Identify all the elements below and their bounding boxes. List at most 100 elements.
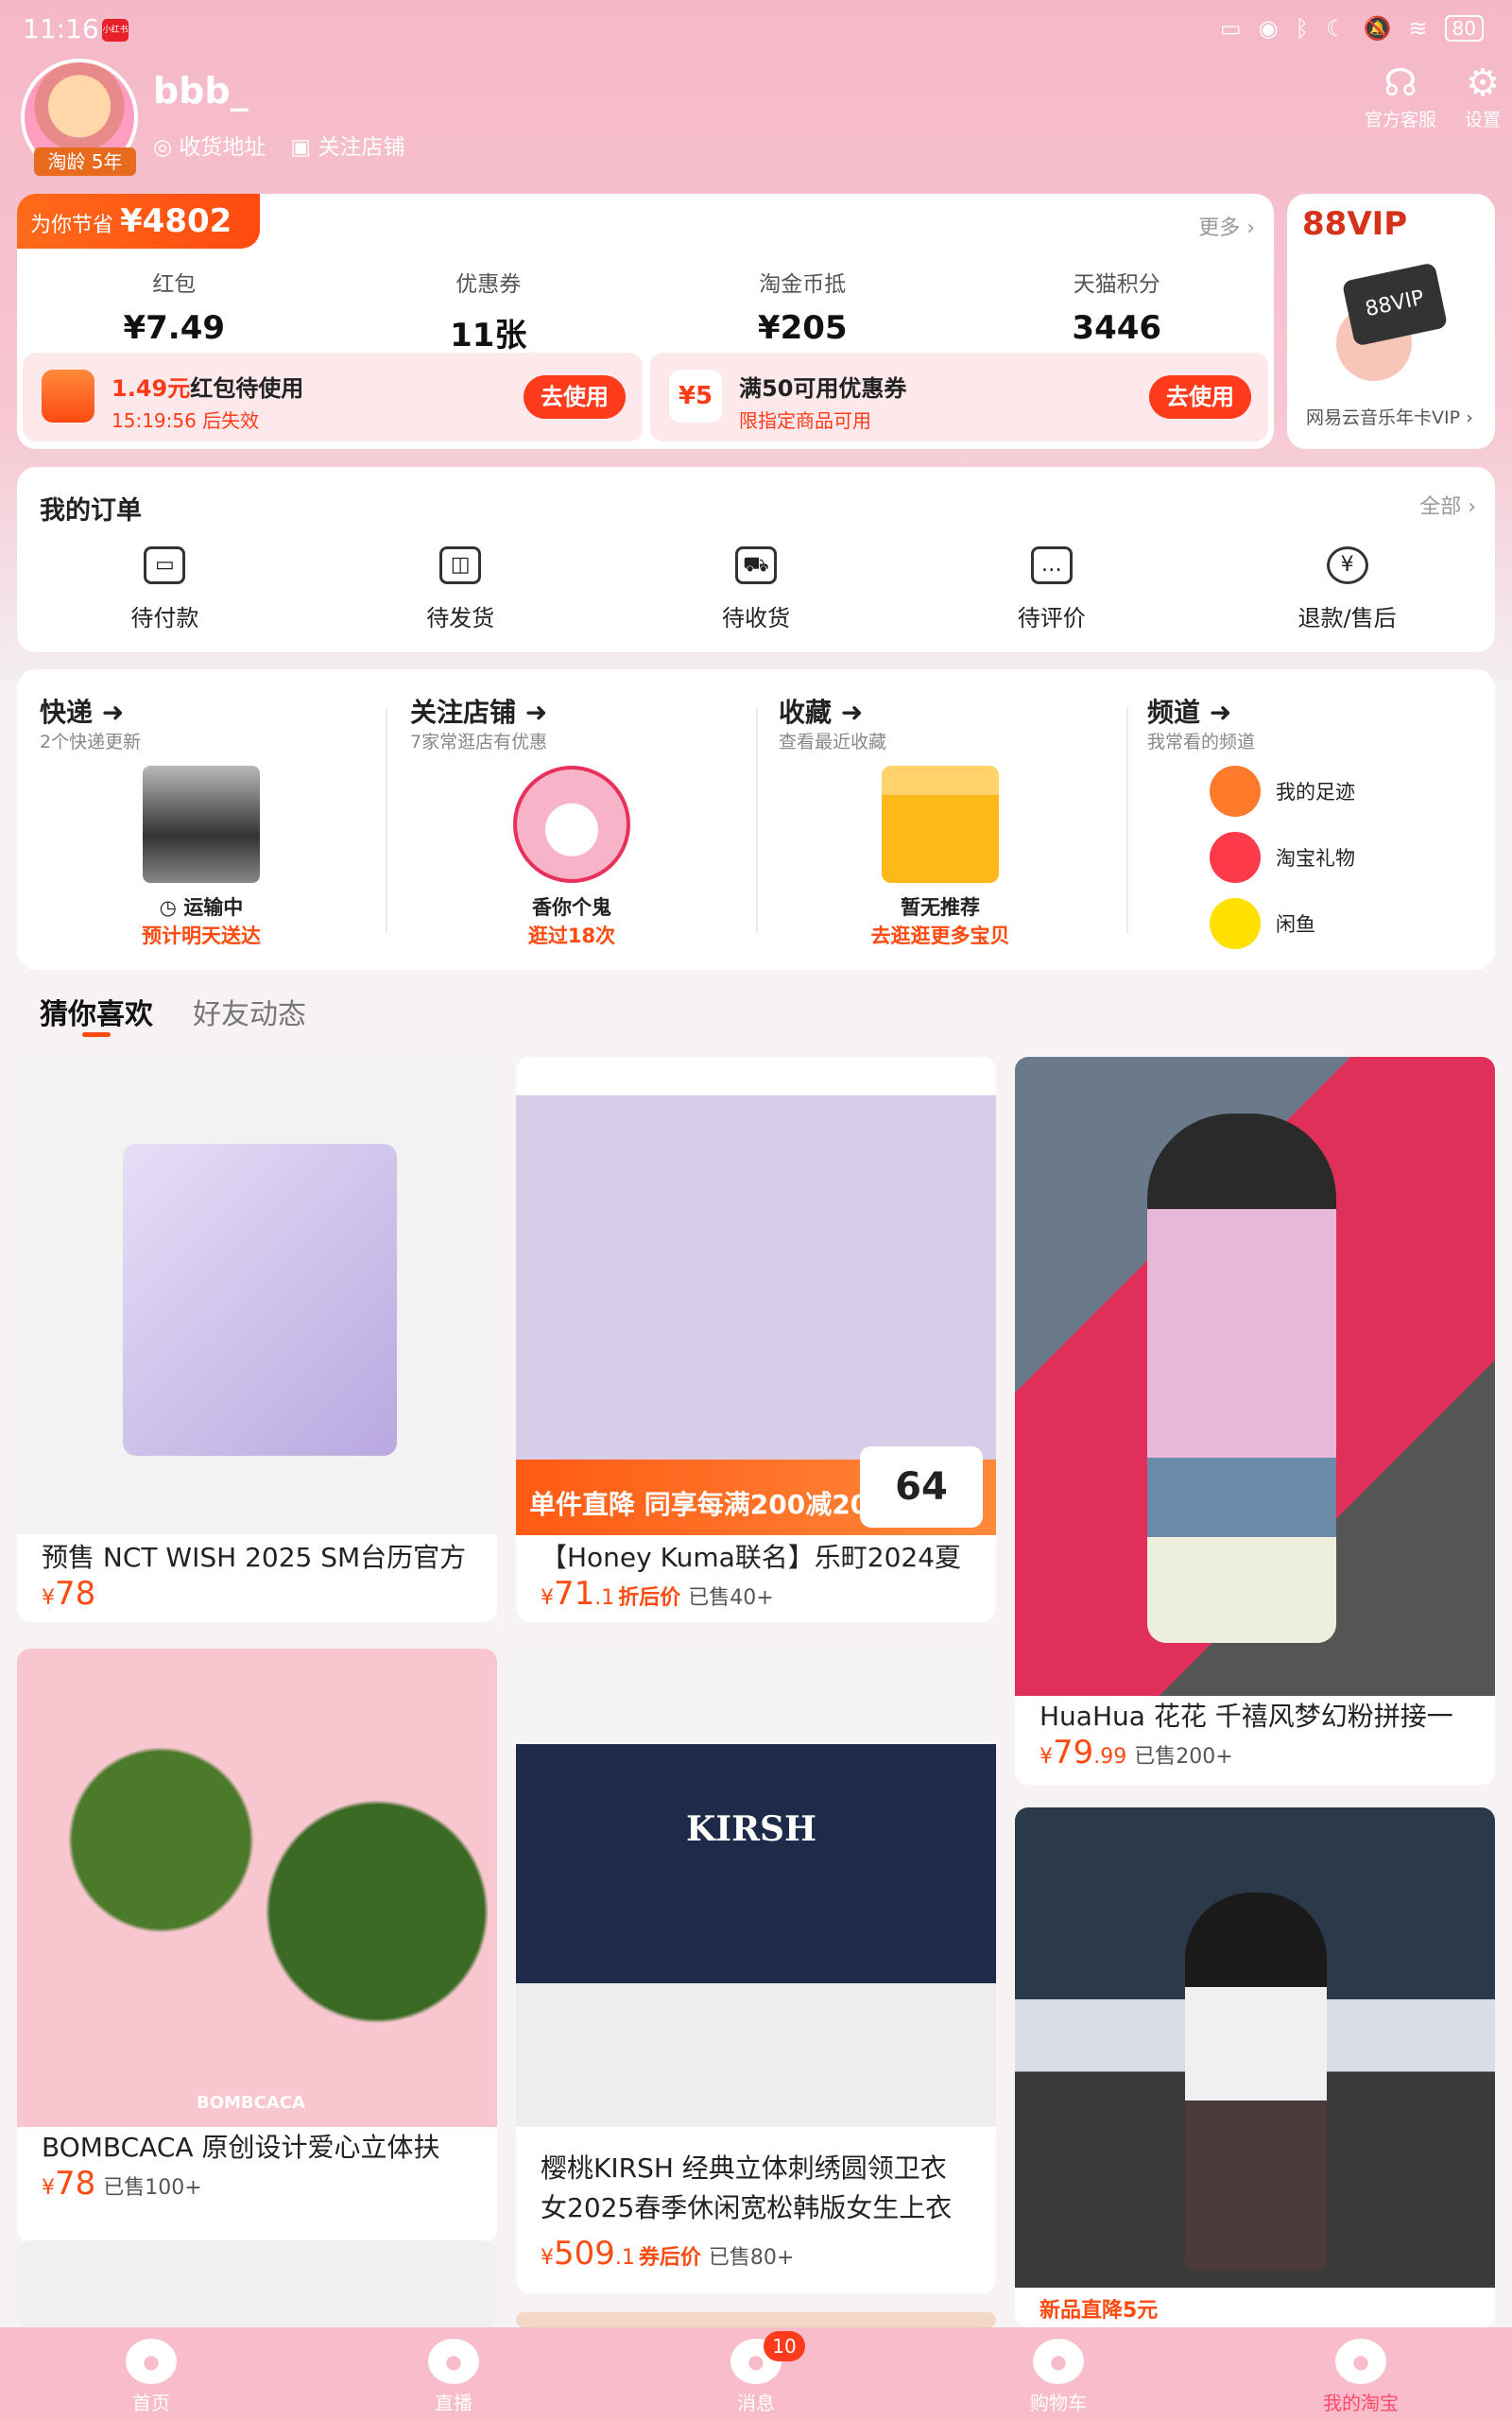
wifi-icon: ≋ bbox=[1408, 15, 1428, 42]
sold-count: 已售200+ bbox=[1134, 1745, 1233, 1769]
express-title-text: 快递 bbox=[40, 697, 94, 728]
vip-card[interactable]: 88VIP 88VIP 网易云音乐年卡VIP › bbox=[1287, 194, 1495, 449]
discount-coupon[interactable]: ¥5 满50可用优惠券 限指定商品可用 去使用 bbox=[650, 353, 1268, 441]
use-coupon-button[interactable]: 去使用 bbox=[1149, 375, 1251, 419]
nav-my-taobao[interactable]: ● 我的淘宝 bbox=[1210, 2327, 1512, 2420]
favorites-sub: 查看最近收藏 bbox=[779, 732, 887, 752]
customer-service-label: 官方客服 bbox=[1364, 110, 1436, 130]
nav-home[interactable]: ● 首页 bbox=[0, 2327, 302, 2420]
followed-shops-sub: 7家常逛店有优惠 bbox=[410, 732, 548, 752]
product-card-partial[interactable] bbox=[17, 2240, 497, 2327]
follow-shops-link[interactable]: ▣ 关注店铺 bbox=[290, 129, 404, 161]
express-sub: 2个快递更新 bbox=[40, 732, 142, 752]
red-packet-icon bbox=[42, 370, 94, 423]
channel-gifts[interactable]: 淘宝礼物 bbox=[1210, 832, 1355, 883]
product-card[interactable]: 单件直降 同享每满200减20 64 【Honey Kuma联名】乐町2024夏… bbox=[516, 1057, 996, 1622]
price-value: 79 bbox=[1053, 1734, 1094, 1772]
nav-label: 购物车 bbox=[1030, 2392, 1087, 2414]
product-price: ¥79.99 已售200+ bbox=[1040, 1734, 1233, 1772]
shop-name: 香你个鬼 bbox=[532, 896, 611, 919]
price-value: 71 bbox=[554, 1575, 595, 1613]
gear-icon: ⚙ bbox=[1466, 61, 1500, 105]
username[interactable]: bbb_ bbox=[153, 70, 249, 112]
nav-messages[interactable]: ● 10 消息 bbox=[605, 2327, 907, 2420]
unread-badge: 10 bbox=[764, 2331, 805, 2361]
stat-tmall-points[interactable]: 天猫积分 3446 bbox=[960, 266, 1275, 355]
favorites-title: 收藏 ➜ bbox=[779, 692, 863, 730]
address-link[interactable]: ◎ 收货地址 bbox=[153, 129, 266, 161]
product-card[interactable]: HuaHua 花花 千禧风梦幻粉拼接一 ¥79.99 已售200+ bbox=[1015, 1057, 1495, 1785]
product-card[interactable]: KIRSH 樱桃KIRSH 经典立体刺绣圆领卫衣 女2025春季休闲宽松韩版女生… bbox=[516, 1649, 996, 2293]
nav-cart[interactable]: ● 购物车 bbox=[907, 2327, 1210, 2420]
stat-value: 11张 bbox=[450, 317, 527, 354]
nav-label: 我的淘宝 bbox=[1323, 2392, 1399, 2414]
feed-tabs: 猜你喜欢 好友动态 bbox=[40, 991, 306, 1037]
vip-benefit-link[interactable]: 网易云音乐年卡VIP › bbox=[1306, 404, 1473, 429]
product-card[interactable]: 预售 NCT WISH 2025 SM台历官方 ¥78 bbox=[17, 1057, 497, 1622]
stat-red-packet[interactable]: 红包 ¥7.49 bbox=[17, 266, 332, 355]
orders-all-link[interactable]: 全部 › bbox=[1419, 490, 1476, 520]
order-pending-shipment[interactable]: ◫ 待发货 bbox=[313, 546, 609, 632]
price-decimal: .1 bbox=[594, 1586, 615, 1610]
gift-icon bbox=[1210, 832, 1261, 883]
stat-label: 优惠券 bbox=[455, 272, 522, 297]
arrow-circle-icon: ➜ bbox=[524, 697, 548, 728]
stat-value: 3446 bbox=[1072, 309, 1162, 347]
express-section[interactable]: 快递 ➜ 2个快递更新 ◷ 运输中 预计明天送达 bbox=[17, 669, 386, 970]
express-eta: 预计明天送达 bbox=[142, 925, 261, 947]
app-notification-badge: 小红书 bbox=[102, 19, 129, 42]
sold-count: 已售100+ bbox=[103, 2176, 202, 2200]
quick-access-card: 快递 ➜ 2个快递更新 ◷ 运输中 预计明天送达 关注店铺 ➜ 7家常逛店有优惠… bbox=[17, 669, 1495, 970]
express-status: ◷ 运输中 bbox=[17, 892, 386, 921]
savings-tag[interactable]: 为你节省 ¥4802 bbox=[17, 194, 261, 249]
model-figure bbox=[1147, 1114, 1336, 1643]
product-card[interactable]: BOMBCACA BOMBCACA 原创设计爱心立体扶 ¥78 已售100+ bbox=[17, 1649, 497, 2242]
stat-coupons[interactable]: 优惠券 11张 bbox=[332, 266, 646, 355]
favorites-section[interactable]: 收藏 ➜ 查看最近收藏 暂无推荐 去逛逛更多宝贝 bbox=[756, 669, 1125, 970]
sold-count: 已售40+ bbox=[688, 1586, 774, 1610]
savings-more-link[interactable]: 更多 › bbox=[1198, 211, 1255, 241]
live-icon: ● bbox=[428, 2339, 479, 2384]
savings-card: 为你节省 ¥4802 更多 › 红包 ¥7.49 优惠券 11张 淘金币抵 ¥2… bbox=[17, 194, 1274, 449]
favorites-browse-link[interactable]: 去逛逛更多宝贝 bbox=[756, 921, 1125, 949]
use-red-packet-button[interactable]: 去使用 bbox=[524, 375, 626, 419]
channels-sub: 我常看的频道 bbox=[1147, 732, 1256, 752]
follow-shops-label: 关注店铺 bbox=[318, 135, 405, 160]
mute-icon: 🔕 bbox=[1363, 15, 1392, 42]
settings-button[interactable]: ⚙ 设置 bbox=[1465, 60, 1501, 131]
channel-label: 淘宝礼物 bbox=[1276, 847, 1355, 870]
tab-guess-you-like[interactable]: 猜你喜欢 bbox=[40, 991, 153, 1032]
price-value: 78 bbox=[55, 2165, 96, 2203]
active-tab-indicator bbox=[82, 1032, 111, 1037]
savings-amount: ¥4802 bbox=[120, 202, 232, 240]
followed-shops-section[interactable]: 关注店铺 ➜ 7家常逛店有优惠 香你个鬼 逛过18次 bbox=[387, 669, 756, 970]
price-value: 509 bbox=[554, 2235, 615, 2273]
product-card[interactable]: 新品直降5元 bbox=[1015, 1807, 1495, 2327]
red-packet-coupon[interactable]: 1.49元红包待使用 15:19:56 后失效 去使用 bbox=[23, 353, 643, 441]
product-promo-line: 新品直降5元 bbox=[1040, 2299, 1159, 2323]
calendar-box-illustration bbox=[123, 1144, 397, 1456]
order-pending-payment[interactable]: ▭ 待付款 bbox=[17, 546, 313, 632]
channels-title-text: 频道 bbox=[1147, 697, 1201, 728]
channel-footprints[interactable]: 我的足迹 bbox=[1210, 766, 1355, 817]
nav-live[interactable]: ● 直播 bbox=[302, 2327, 605, 2420]
channel-xianyu[interactable]: 闲鱼 bbox=[1210, 898, 1315, 949]
coupon-amount: 1.49元 bbox=[112, 375, 191, 402]
shop-visits: 逛过18次 bbox=[527, 925, 616, 947]
stat-coins[interactable]: 淘金币抵 ¥205 bbox=[645, 266, 960, 355]
product-title: 预售 NCT WISH 2025 SM台历官方 bbox=[42, 1542, 467, 1573]
status-bar: 11:16 小红书 ▭ ◉ ᛒ ☾ 🔕 ≋ 80 bbox=[0, 0, 1512, 57]
order-refund[interactable]: ¥ 退款/售后 bbox=[1199, 546, 1495, 632]
order-pending-receipt[interactable]: ⛟ 待收货 bbox=[609, 546, 904, 632]
tab-friend-activity[interactable]: 好友动态 bbox=[193, 991, 306, 1032]
order-pending-review[interactable]: … 待评价 bbox=[903, 546, 1199, 632]
customer-service-button[interactable]: ☊ 官方客服 bbox=[1365, 60, 1436, 131]
product-card-partial[interactable] bbox=[516, 2312, 996, 2327]
header-actions: ☊ 官方客服 ⚙ 设置 bbox=[1365, 60, 1501, 131]
product-price: ¥78 bbox=[42, 1575, 96, 1613]
channel-label: 我的足迹 bbox=[1276, 781, 1355, 804]
comment-icon: … bbox=[1030, 546, 1073, 584]
model-figure bbox=[1185, 1893, 1327, 2271]
moon-icon: ☾ bbox=[1326, 15, 1347, 42]
image-brand-text: BOMBCACA bbox=[197, 2093, 305, 2113]
